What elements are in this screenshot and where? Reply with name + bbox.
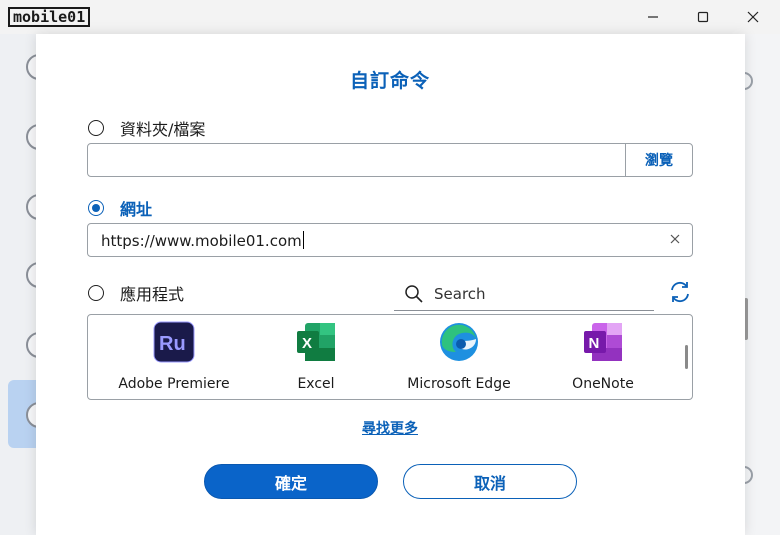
svg-text:X: X (302, 335, 312, 352)
url-value: https://www.mobile01.com (101, 232, 302, 250)
app-item-adobe-premiere[interactable]: Ru Adobe Premiere (104, 321, 244, 392)
edge-icon (438, 321, 480, 363)
app-name: Adobe Premiere (118, 376, 230, 392)
folder-file-radio[interactable] (88, 120, 104, 136)
app-name: Microsoft Edge (407, 376, 511, 392)
app-item-microsoft-edge[interactable]: Microsoft Edge (389, 321, 529, 392)
svg-text:Ru: Ru (159, 333, 186, 355)
close-icon (747, 11, 759, 23)
app-list: Ru Adobe Premiere X Excel Microsoft Edge… (87, 314, 693, 400)
app-name: OneNote (572, 376, 634, 392)
url-input-text: https://www.mobile01.com (101, 231, 304, 250)
app-radio[interactable] (88, 285, 104, 301)
clear-icon[interactable] (668, 232, 682, 246)
refresh-icon[interactable] (668, 280, 692, 304)
mobile01-logo: mobile01 (8, 6, 91, 28)
app-label: 應用程式 (120, 285, 185, 304)
minimize-button[interactable] (630, 0, 676, 34)
option-url[interactable]: 網址 (88, 196, 152, 220)
app-list-scrollbar[interactable] (685, 345, 688, 369)
adobe-premiere-rush-icon: Ru (153, 321, 195, 363)
search-icon (405, 285, 423, 303)
app-item-onenote[interactable]: N OneNote (533, 321, 673, 392)
background-panel-right (745, 34, 780, 535)
browse-button[interactable]: 瀏覽 (625, 144, 692, 176)
app-item-excel[interactable]: X Excel (246, 321, 386, 392)
maximize-icon (697, 11, 709, 23)
search-placeholder: Search (434, 285, 486, 303)
onenote-icon: N (582, 321, 624, 363)
ok-button[interactable]: 確定 (204, 464, 378, 499)
app-name: Excel (297, 376, 335, 392)
svg-text:N: N (589, 335, 600, 352)
app-search-input[interactable]: Search (394, 280, 654, 311)
url-input[interactable]: https://www.mobile01.com (87, 223, 693, 257)
option-app[interactable]: 應用程式 (88, 281, 184, 305)
maximize-button[interactable] (680, 0, 726, 34)
text-caret (302, 231, 304, 249)
folder-file-label: 資料夾/檔案 (120, 120, 206, 139)
find-more-link[interactable]: 尋找更多 (0, 418, 780, 438)
excel-icon: X (295, 321, 337, 363)
cancel-button[interactable]: 取消 (403, 464, 577, 499)
minimize-icon (648, 16, 658, 18)
folder-path-input[interactable]: 瀏覽 (87, 143, 693, 177)
option-folder-file[interactable]: 資料夾/檔案 (88, 116, 205, 140)
dialog-title: 自訂命令 (349, 70, 430, 92)
url-label: 網址 (120, 200, 153, 219)
window-titlebar: mobile01 (0, 0, 780, 34)
url-radio[interactable] (88, 200, 104, 216)
close-button[interactable] (730, 0, 776, 34)
